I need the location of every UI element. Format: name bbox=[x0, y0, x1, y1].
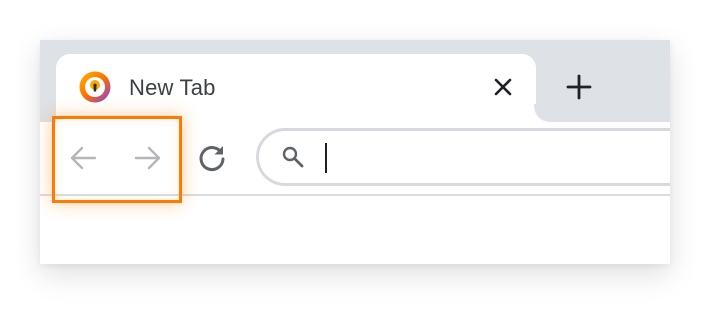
reload-icon[interactable] bbox=[196, 142, 228, 174]
address-bar[interactable] bbox=[256, 128, 670, 186]
arrow-left-icon[interactable] bbox=[68, 143, 98, 173]
tab-new-tab[interactable] bbox=[56, 54, 536, 122]
screenshot-stage: New Tab bbox=[0, 0, 716, 312]
tab-strip: New Tab bbox=[40, 40, 670, 122]
tab-curve bbox=[534, 104, 552, 122]
toolbar bbox=[40, 122, 670, 196]
arrow-right-icon[interactable] bbox=[133, 143, 163, 173]
page-content bbox=[40, 196, 670, 264]
avast-secure-browser-icon bbox=[79, 71, 111, 103]
text-cursor bbox=[325, 143, 327, 173]
close-icon[interactable] bbox=[492, 76, 514, 98]
tab-title: New Tab bbox=[129, 75, 216, 100]
browser-window: New Tab bbox=[40, 40, 670, 264]
search-icon bbox=[282, 146, 304, 168]
plus-icon[interactable] bbox=[566, 74, 592, 100]
